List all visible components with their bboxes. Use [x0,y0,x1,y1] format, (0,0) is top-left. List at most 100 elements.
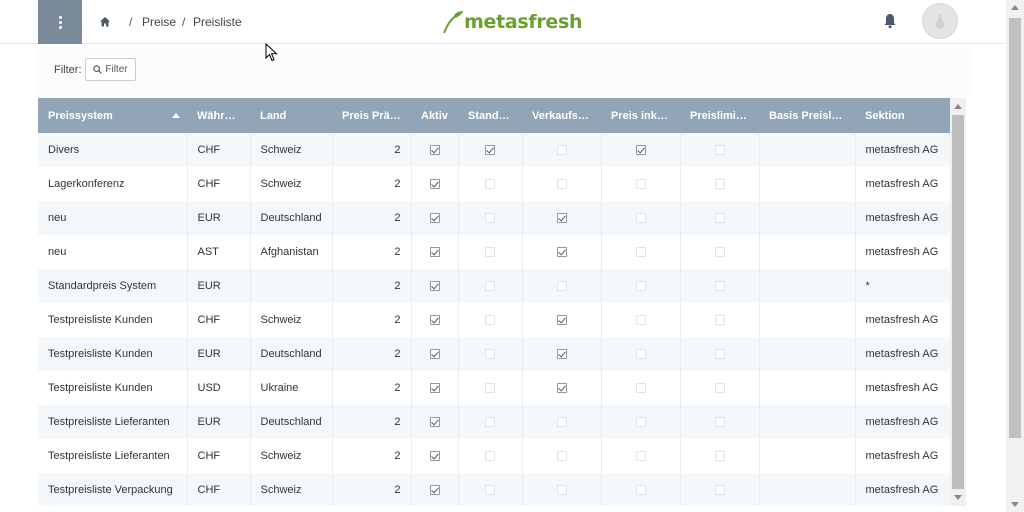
cell-inkl[interactable] [601,303,681,337]
cell-basis[interactable] [759,269,856,303]
checkbox-unchecked[interactable] [714,145,725,156]
scroll-down-arrow-icon[interactable] [1011,502,1019,507]
checkbox-unchecked[interactable] [714,451,725,462]
cell-preissystem[interactable]: Testpreisliste Verpackung [38,473,188,506]
cell-waehrung[interactable]: CHF [187,133,251,167]
cell-praez[interactable]: 2 [332,269,412,303]
cell-waehrung[interactable]: EUR [187,201,251,235]
cell-preissystem[interactable]: neu [38,201,188,235]
cell-basis[interactable] [759,473,856,506]
table-row[interactable]: Lagerkonferenz CHF Schweiz 2 metasfresh AG [38,167,950,201]
cell-standard[interactable] [458,269,523,303]
checkbox-checked[interactable] [556,383,567,394]
cell-land[interactable]: Schweiz [250,167,333,201]
cell-preissystem[interactable]: Standardpreis System [38,269,188,303]
checkbox-unchecked[interactable] [556,281,567,292]
scroll-down-arrow-icon[interactable] [954,495,962,500]
checkbox-checked[interactable] [485,145,495,156]
checkbox-unchecked[interactable] [556,145,567,156]
cell-verkauf[interactable] [522,303,602,337]
avatar[interactable] [922,3,958,39]
column-header-land[interactable]: Land [250,98,332,133]
menu-button[interactable] [38,0,82,44]
cell-limit[interactable] [680,133,760,167]
checkbox-unchecked[interactable] [714,485,725,496]
checkbox-unchecked[interactable] [635,213,646,224]
checkbox-unchecked[interactable] [635,383,646,394]
scroll-up-arrow-icon[interactable] [1011,5,1019,10]
checkbox-unchecked[interactable] [485,349,495,360]
cell-waehrung[interactable]: AST [187,235,251,269]
cell-inkl[interactable] [601,337,681,371]
cell-preissystem[interactable]: Lagerkonferenz [38,167,188,201]
checkbox-unchecked[interactable] [556,417,567,428]
cell-inkl[interactable] [601,405,681,439]
cell-praez[interactable]: 2 [332,133,412,167]
cell-sektion[interactable]: metasfresh AG [855,405,950,439]
cell-waehrung[interactable]: CHF [187,439,251,473]
cell-sektion[interactable]: * [855,269,950,303]
table-row[interactable]: neu AST Afghanistan 2 metasfresh AG [38,235,950,269]
cell-limit[interactable] [680,371,760,405]
cell-preissystem[interactable]: Testpreisliste Lieferanten [38,439,188,473]
cell-inkl[interactable] [601,473,681,506]
cell-preissystem[interactable]: neu [38,235,188,269]
bell-icon[interactable] [883,13,897,29]
cell-praez[interactable]: 2 [332,337,412,371]
checkbox-checked[interactable] [429,247,440,258]
cell-inkl[interactable] [601,167,681,201]
checkbox-unchecked[interactable] [635,451,646,462]
checkbox-unchecked[interactable] [556,451,567,462]
cell-praez[interactable]: 2 [332,167,412,201]
cell-inkl[interactable] [601,133,681,167]
cell-praez[interactable]: 2 [332,439,412,473]
cell-verkauf[interactable] [522,201,602,235]
checkbox-checked[interactable] [429,213,440,224]
cell-waehrung[interactable]: EUR [187,405,251,439]
cell-praez[interactable]: 2 [332,473,412,506]
column-header-verkaufspreisliste[interactable]: Verkaufsp… [522,98,601,133]
cell-standard[interactable] [458,439,523,473]
checkbox-unchecked[interactable] [635,417,646,428]
cell-limit[interactable] [680,303,760,337]
filter-button[interactable]: Filter [85,58,136,81]
breadcrumb-item-preisliste[interactable]: Preisliste [193,15,242,29]
cell-basis[interactable] [759,201,856,235]
cell-sektion[interactable]: metasfresh AG [855,337,950,371]
cell-inkl[interactable] [601,235,681,269]
cell-aktiv[interactable] [411,303,459,337]
cell-sektion[interactable]: metasfresh AG [855,439,950,473]
cell-standard[interactable] [458,133,523,167]
cell-basis[interactable] [759,439,856,473]
cell-basis[interactable] [759,405,856,439]
cell-land[interactable]: Schweiz [250,473,333,506]
checkbox-checked[interactable] [429,179,440,190]
cell-land[interactable]: Deutschland [250,337,333,371]
cell-preissystem[interactable]: Testpreisliste Lieferanten [38,405,188,439]
cell-verkauf[interactable] [522,133,602,167]
cell-verkauf[interactable] [522,167,602,201]
cell-waehrung[interactable]: EUR [187,269,251,303]
table-row[interactable]: Testpreisliste Kunden CHF Schweiz 2 metasfre… [38,303,950,337]
checkbox-unchecked[interactable] [635,179,646,190]
checkbox-unchecked[interactable] [485,179,495,190]
cell-sektion[interactable]: metasfresh AG [855,235,950,269]
cell-inkl[interactable] [601,439,681,473]
cell-standard[interactable] [458,473,523,506]
cell-land[interactable] [250,269,333,303]
cell-basis[interactable] [759,167,856,201]
column-header-preislimit[interactable]: Preislimit … [680,98,759,133]
cell-standard[interactable] [458,371,523,405]
cell-limit[interactable] [680,439,760,473]
column-header-preissystem[interactable]: Preissystem [38,98,187,133]
cell-land[interactable]: Deutschland [250,405,333,439]
home-icon[interactable] [99,16,111,28]
checkbox-checked[interactable] [429,315,440,326]
cell-preissystem[interactable]: Divers [38,133,188,167]
checkbox-checked[interactable] [429,417,440,428]
checkbox-unchecked[interactable] [714,417,725,428]
checkbox-unchecked[interactable] [485,451,495,462]
checkbox-checked[interactable] [635,145,646,156]
checkbox-unchecked[interactable] [714,383,725,394]
cell-basis[interactable] [759,371,856,405]
